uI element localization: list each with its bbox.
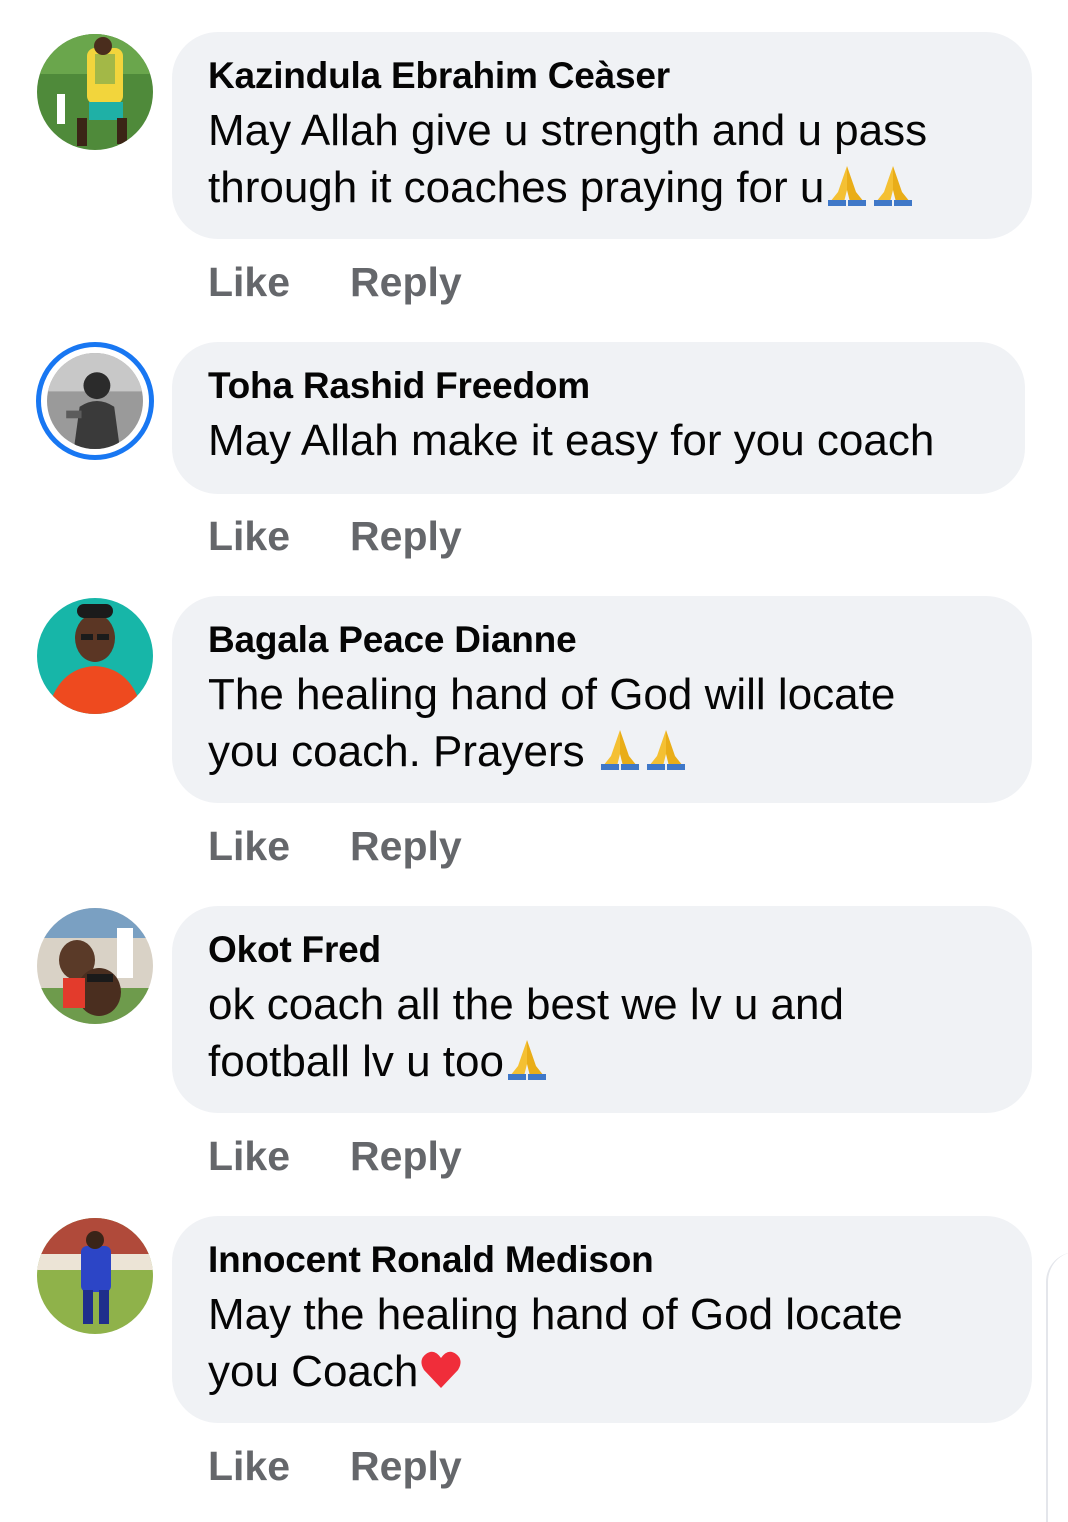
avatar-photo-icon <box>37 908 153 1024</box>
comment-text: ok coach all the best we lv u and footba… <box>208 976 996 1090</box>
folded-hands-emoji <box>870 162 916 208</box>
comment-bubble: Bagala Peace Dianne The healing hand of … <box>172 596 1032 803</box>
avatar[interactable] <box>36 342 154 460</box>
comment-author[interactable]: Toha Rashid Freedom <box>208 364 989 408</box>
avatar[interactable] <box>37 908 153 1024</box>
comment-text-line: football lv u too <box>208 1037 504 1086</box>
comment-item: Kazindula Ebrahim Ceàser May Allah give … <box>0 0 1068 305</box>
comment-item: Okot Fred ok coach all the best we lv u … <box>0 874 1068 1179</box>
reply-button[interactable]: Reply <box>350 258 462 306</box>
like-button[interactable]: Like <box>208 1442 290 1490</box>
comment-actions: Like Reply <box>208 1442 462 1490</box>
comment-actions: Like Reply <box>208 258 462 306</box>
comment-actions: Like Reply <box>208 822 462 870</box>
comment-author[interactable]: Bagala Peace Dianne <box>208 618 996 662</box>
reply-button[interactable]: Reply <box>350 822 462 870</box>
comment-bubble: Okot Fred ok coach all the best we lv u … <box>172 906 1032 1113</box>
comment-item: Innocent Ronald Medison May the healing … <box>0 1184 1068 1489</box>
comment-bubble: Toha Rashid Freedom May Allah make it ea… <box>172 342 1025 494</box>
comment-author[interactable]: Innocent Ronald Medison <box>208 1238 996 1282</box>
folded-hands-emoji <box>504 1036 550 1082</box>
folded-hands-emoji <box>643 726 689 772</box>
comment-text-line: through it coaches praying for u <box>208 163 825 212</box>
comment-text: May the healing hand of God locate you C… <box>208 1286 996 1400</box>
reply-button[interactable]: Reply <box>350 1132 462 1180</box>
comment-bubble: Kazindula Ebrahim Ceàser May Allah give … <box>172 32 1032 239</box>
comment-author[interactable]: Kazindula Ebrahim Ceàser <box>208 54 996 98</box>
comment-bubble: Innocent Ronald Medison May the healing … <box>172 1216 1032 1423</box>
avatar-photo-icon <box>47 353 143 449</box>
reply-button[interactable]: Reply <box>350 1442 462 1490</box>
like-button[interactable]: Like <box>208 258 290 306</box>
reply-button[interactable]: Reply <box>350 512 462 560</box>
avatar-photo-icon <box>37 34 153 150</box>
like-button[interactable]: Like <box>208 1132 290 1180</box>
like-button[interactable]: Like <box>208 822 290 870</box>
comment-actions: Like Reply <box>208 1132 462 1180</box>
comment-text-line: The healing hand of God will locate <box>208 670 896 719</box>
comment-text-line: you Coach <box>208 1347 419 1396</box>
comment-text-line: May Allah give u strength and u pass <box>208 106 928 155</box>
avatar-photo-icon <box>37 1218 153 1334</box>
avatar[interactable] <box>37 34 153 150</box>
comment-text: May Allah give u strength and u pass thr… <box>208 102 996 216</box>
comment-text: May Allah make it easy for you coach <box>208 412 989 469</box>
comment-text-line: May the healing hand of God locate <box>208 1290 903 1339</box>
comment-item: Bagala Peace Dianne The healing hand of … <box>0 564 1068 869</box>
comment-author[interactable]: Okot Fred <box>208 928 996 972</box>
comment-text-line: May Allah make it easy for you coach <box>208 416 935 465</box>
comment-actions: Like Reply <box>208 512 462 560</box>
avatar[interactable] <box>37 598 153 714</box>
red-heart-emoji <box>418 1346 464 1392</box>
avatar-photo-icon <box>37 598 153 714</box>
folded-hands-emoji <box>824 162 870 208</box>
scroll-edge-panel[interactable] <box>1046 1252 1068 1522</box>
avatar[interactable] <box>37 1218 153 1334</box>
like-button[interactable]: Like <box>208 512 290 560</box>
comment-text: The healing hand of God will locate you … <box>208 666 996 780</box>
comment-text-line: ok coach all the best we lv u and <box>208 980 844 1029</box>
comment-text-line: you coach. Prayers <box>208 727 597 776</box>
folded-hands-emoji <box>597 726 643 772</box>
